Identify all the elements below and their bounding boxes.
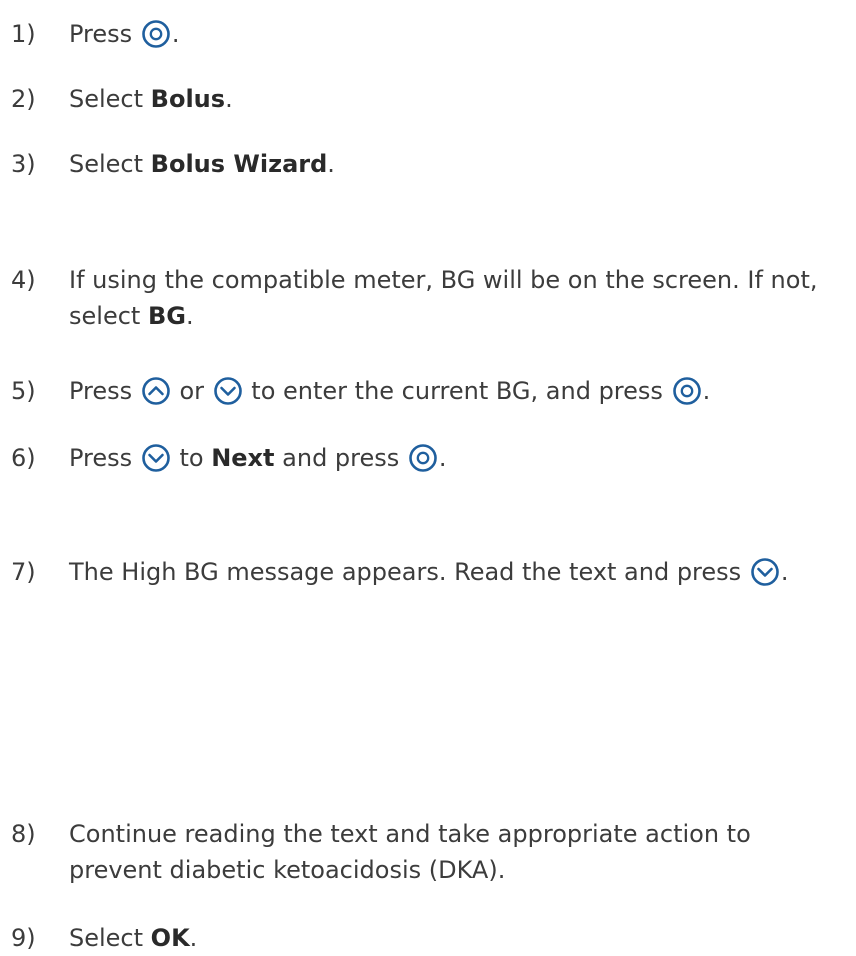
step-text: Select — [69, 150, 151, 178]
menu-item-bolus-wizard: Bolus Wizard — [150, 150, 328, 178]
step-number: 3) — [11, 150, 36, 178]
step-number: 8) — [11, 820, 36, 848]
step-text: . — [438, 444, 447, 472]
step-8: 8) Continue reading the text and take ap… — [0, 816, 856, 888]
down-button-icon — [141, 443, 171, 473]
step-text: to enter the current BG, and press — [251, 377, 663, 405]
step-text: prevent diabetic ketoacidosis (DKA). — [69, 856, 506, 884]
up-button-icon — [141, 376, 171, 406]
step-text: Press — [69, 444, 133, 472]
step-text: to — [179, 444, 212, 472]
step-1: 1) Press . — [0, 16, 856, 52]
step-number: 2) — [11, 85, 36, 113]
step-text: Continue reading the text and take appro… — [69, 820, 751, 848]
step-text: If using the compatible meter, BG will b… — [69, 266, 818, 294]
step-text: . — [225, 85, 233, 113]
step-2: 2) Select Bolus. — [0, 81, 856, 117]
step-text: . — [702, 377, 711, 405]
step-number: 1) — [11, 20, 36, 48]
menu-item-next: Next — [211, 444, 275, 472]
step-text: . — [185, 302, 194, 330]
step-6: 6) Press to Next and press . — [0, 440, 856, 476]
step-3: 3) Select Bolus Wizard. — [0, 146, 856, 182]
step-4: 4) If using the compatible meter, BG wil… — [0, 262, 856, 334]
step-number: 4) — [11, 266, 36, 294]
step-text: The High BG message appears. Read the te… — [69, 558, 742, 586]
step-number: 5) — [11, 377, 36, 405]
step-text: Select — [69, 85, 151, 113]
step-text: . — [189, 924, 198, 952]
step-number: 7) — [11, 558, 36, 586]
down-button-icon — [213, 376, 243, 406]
select-button-icon — [408, 443, 438, 473]
step-text: or — [179, 377, 205, 405]
step-text: Select — [69, 924, 151, 952]
step-7: 7) The High BG message appears. Read the… — [0, 554, 856, 590]
step-text: Press — [69, 377, 133, 405]
step-text: . — [327, 150, 335, 178]
menu-item-bg: BG — [147, 302, 186, 330]
step-text: select — [69, 302, 148, 330]
step-5: 5) Press or to enter the current BG, and… — [0, 373, 856, 409]
select-button-icon — [141, 19, 171, 49]
menu-item-ok: OK — [150, 924, 190, 952]
step-text: Press — [69, 20, 133, 48]
step-text: and press — [274, 444, 400, 472]
menu-item-bolus: Bolus — [150, 85, 226, 113]
step-text: . — [171, 20, 180, 48]
step-text: . — [780, 558, 789, 586]
step-number: 6) — [11, 444, 36, 472]
down-button-icon — [750, 557, 780, 587]
select-button-icon — [672, 376, 702, 406]
